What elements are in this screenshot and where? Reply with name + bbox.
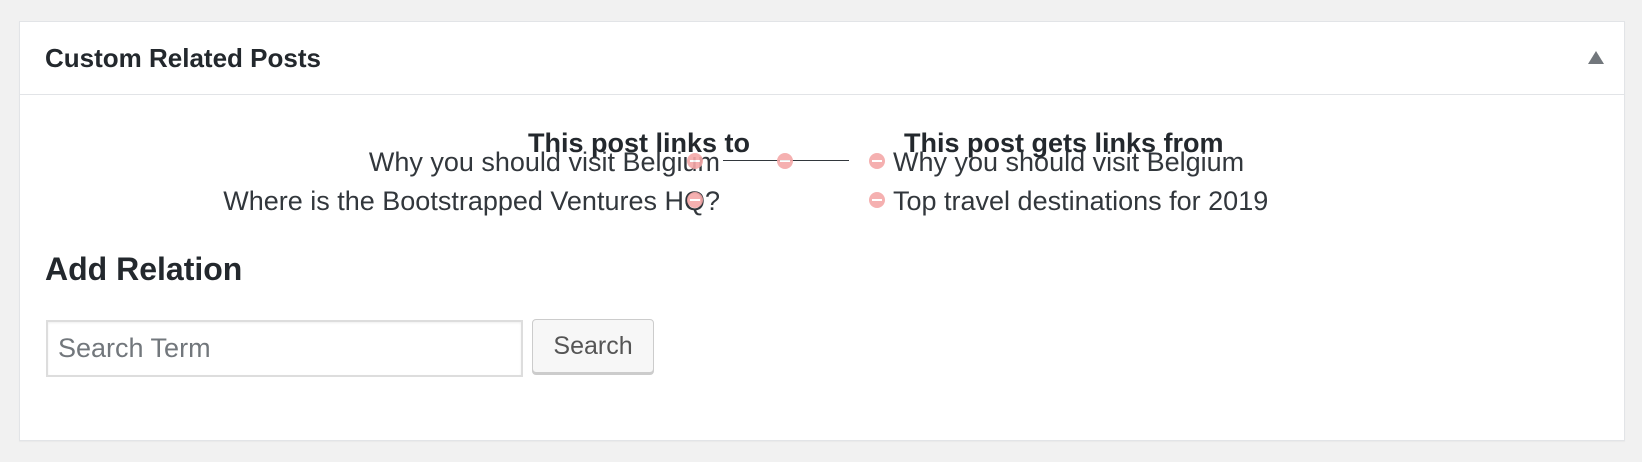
search-input[interactable] (46, 320, 523, 377)
metabox-title: Custom Related Posts (45, 43, 321, 73)
metabox-header[interactable]: Custom Related Posts (20, 22, 1624, 95)
links-to-item[interactable]: Where is the Bootstrapped Ventures HQ? (223, 185, 720, 217)
remove-circle-icon[interactable] (869, 192, 885, 208)
links-to-item[interactable]: Why you should visit Belgium (369, 146, 720, 178)
remove-circle-icon[interactable] (687, 192, 703, 208)
links-from-item[interactable]: Why you should visit Belgium (893, 146, 1244, 178)
add-relation-heading: Add Relation (45, 251, 243, 287)
links-from-item[interactable]: Top travel destinations for 2019 (893, 185, 1268, 217)
remove-circle-icon[interactable] (777, 153, 793, 169)
triangle-up-icon[interactable] (1588, 51, 1604, 64)
search-button[interactable]: Search (532, 319, 654, 373)
remove-circle-icon[interactable] (869, 153, 885, 169)
custom-related-posts-metabox: Custom Related Posts This post links to … (19, 21, 1625, 441)
remove-circle-icon[interactable] (687, 153, 703, 169)
